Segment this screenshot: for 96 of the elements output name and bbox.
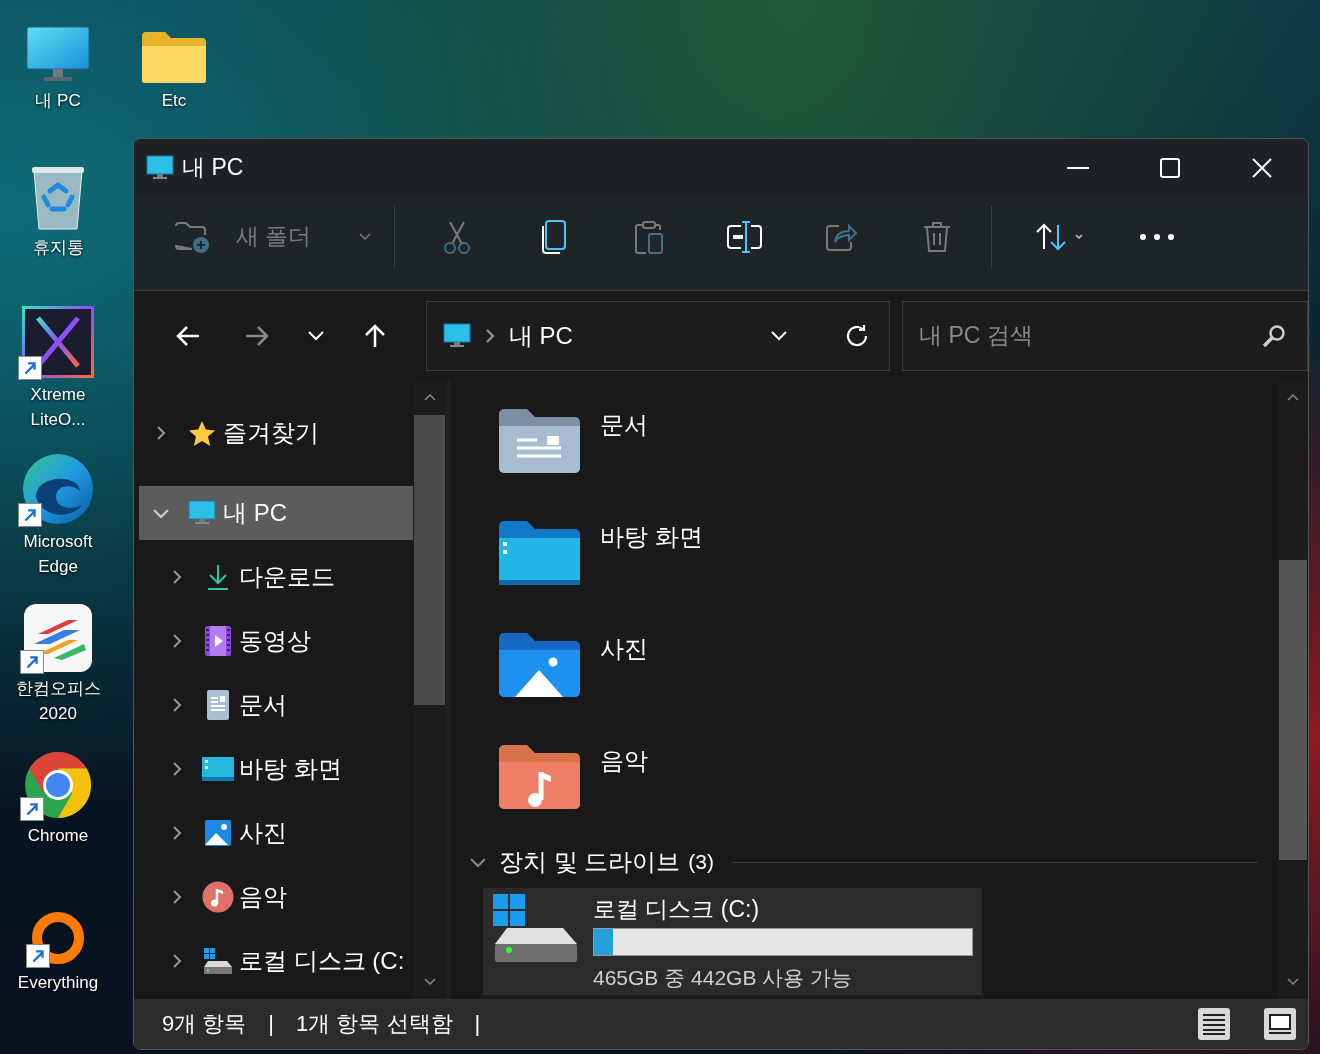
download-arrow-icon xyxy=(205,563,231,591)
folder-item[interactable]: 바탕 화면 xyxy=(497,518,1278,630)
details-view-button[interactable] xyxy=(1198,1008,1230,1040)
status-text: 9개 항목 xyxy=(162,1010,247,1038)
forward-arrow-icon xyxy=(243,324,270,347)
drive-tile[interactable]: 로컬 디스크 (C:) 465GB 중 442GB 사용 가능 xyxy=(483,888,982,995)
free-space-text: 465GB 중 442GB 사용 가능 xyxy=(593,965,854,991)
chevron-right-icon xyxy=(172,761,182,777)
chevron-down-icon xyxy=(152,507,170,519)
monitor-icon xyxy=(26,26,90,84)
list-icon xyxy=(1202,1013,1226,1035)
desktop-icon-label[interactable]: 한컴오피스 2020 xyxy=(8,676,108,726)
music-note-icon xyxy=(202,881,234,913)
desktop-icon-label[interactable]: Everything xyxy=(8,970,108,995)
sidebar-item[interactable]: 즐겨찾기 xyxy=(139,405,413,461)
desktop-icon-label[interactable]: 내 PC xyxy=(8,88,108,113)
clipboard-icon xyxy=(634,219,664,254)
chevron-down-icon xyxy=(770,330,788,341)
swirl-logo-icon xyxy=(22,453,94,525)
recycle-bin-icon xyxy=(30,165,86,231)
desktop-icon xyxy=(201,756,235,782)
sidebar-item[interactable]: 사진 xyxy=(139,801,413,865)
film-icon xyxy=(204,625,232,657)
collapse-chevron-icon xyxy=(469,856,487,868)
picture-icon xyxy=(204,819,232,847)
chevron-right-icon xyxy=(172,953,182,969)
pictures-folder-icon xyxy=(497,630,583,700)
share-icon xyxy=(825,221,857,252)
status-text: | xyxy=(268,1011,275,1037)
scroll-up-icon xyxy=(1287,393,1299,401)
caret-down-icon xyxy=(1075,233,1083,240)
breadcrumb-separator-icon xyxy=(484,327,495,344)
desktop-icon-label[interactable]: Microsoft Edge xyxy=(8,529,108,579)
chevron-right-icon xyxy=(172,825,182,841)
trash-icon xyxy=(922,220,952,253)
minimize-icon xyxy=(1067,166,1089,169)
folder-plus-icon xyxy=(174,220,210,253)
folder-item[interactable]: 문서 xyxy=(497,406,1278,518)
chevron-down-icon xyxy=(307,330,326,341)
desktop-icon-label[interactable]: Xtreme LiteO... xyxy=(8,382,108,432)
sidebar-item[interactable]: 다운로드 xyxy=(139,545,413,609)
ring-logo-icon xyxy=(30,910,86,966)
scroll-down-icon xyxy=(423,978,436,986)
caret-down-icon xyxy=(359,232,372,241)
section-header[interactable]: 장치 및 드라이브 (3) xyxy=(469,842,1278,882)
desktop-icon-label[interactable]: Etc xyxy=(124,88,224,113)
back-arrow-icon xyxy=(174,324,201,347)
desktop-icon-label[interactable]: Chrome xyxy=(8,823,108,848)
stripes-logo-icon xyxy=(24,604,92,672)
chevron-right-icon xyxy=(172,697,182,713)
address-bar[interactable]: 내 PC xyxy=(425,300,890,371)
drive-name: 로컬 디스크 (C:) xyxy=(593,895,761,924)
status-text: | xyxy=(474,1011,481,1037)
scroll-up-icon xyxy=(423,393,436,401)
drive-icon xyxy=(203,947,233,975)
copy-icon xyxy=(540,219,566,254)
chevron-right-icon xyxy=(172,569,182,585)
scroll-down-icon xyxy=(1287,978,1299,986)
sort-arrows-icon xyxy=(1035,222,1067,251)
sidebar-item[interactable]: 바탕 화면 xyxy=(139,737,413,801)
rename-icon xyxy=(727,219,763,254)
sidebar-item[interactable]: 동영상 xyxy=(139,609,413,673)
status-text: 1개 항목 선택함 xyxy=(296,1010,453,1038)
search-field[interactable]: 내 PC 검색 xyxy=(902,300,1308,371)
x-logo-icon xyxy=(22,306,94,378)
tile-view-icon xyxy=(1268,1013,1292,1035)
chevron-right-icon xyxy=(172,889,182,905)
sidebar-item[interactable]: 내 PC xyxy=(139,486,413,540)
more-icon xyxy=(1140,233,1174,240)
chevron-right-icon xyxy=(156,425,166,441)
music-folder-icon xyxy=(497,742,583,812)
window-title: 내 PC xyxy=(182,153,245,182)
sidebar-item[interactable]: 문서 xyxy=(139,673,413,737)
maximize-icon xyxy=(1160,157,1180,178)
up-arrow-icon xyxy=(364,322,387,349)
drive-icon xyxy=(493,894,579,964)
chevron-right-icon xyxy=(172,633,182,649)
desktop-icon-label[interactable]: 휴지통 xyxy=(8,235,108,260)
tiles-view-button[interactable] xyxy=(1264,1008,1296,1040)
sidebar-item[interactable]: 로컬 디스크 (C: xyxy=(139,929,413,993)
documents-folder-icon xyxy=(497,406,583,476)
refresh-icon xyxy=(845,323,869,348)
breadcrumb[interactable]: 내 PC xyxy=(508,319,573,352)
close-icon xyxy=(1252,157,1272,178)
monitor-icon xyxy=(188,500,216,526)
monitor-icon xyxy=(146,154,174,181)
scissors-icon xyxy=(442,219,472,254)
folder-item[interactable]: 사진 xyxy=(497,630,1278,742)
browser-logo-icon xyxy=(24,751,92,819)
search-icon xyxy=(1262,323,1286,348)
star-icon xyxy=(188,419,216,447)
folder-icon xyxy=(141,30,207,84)
sidebar-item[interactable]: 음악 xyxy=(139,865,413,929)
document-icon xyxy=(206,689,230,721)
desktop-folder-icon xyxy=(497,518,583,588)
monitor-icon xyxy=(442,322,471,349)
